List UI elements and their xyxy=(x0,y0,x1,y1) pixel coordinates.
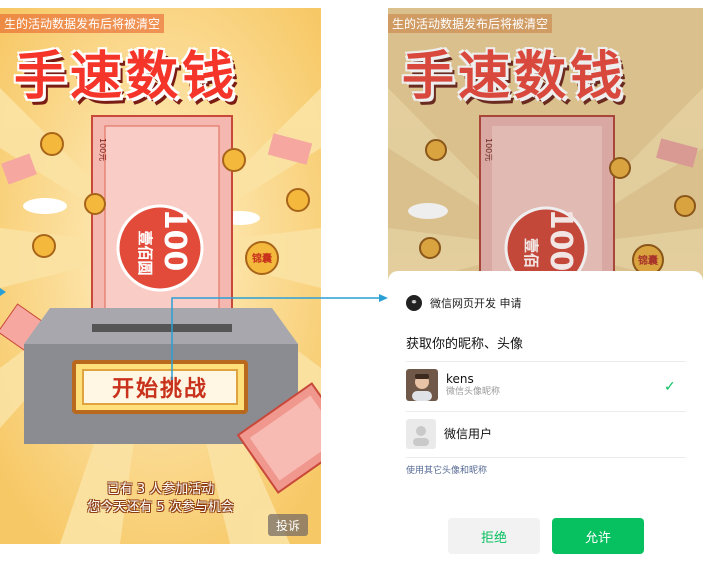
arrow-line xyxy=(171,297,380,380)
arrow-head-icon xyxy=(0,288,6,296)
annotation-arrows xyxy=(0,288,388,380)
arrow-head-icon xyxy=(379,294,388,302)
